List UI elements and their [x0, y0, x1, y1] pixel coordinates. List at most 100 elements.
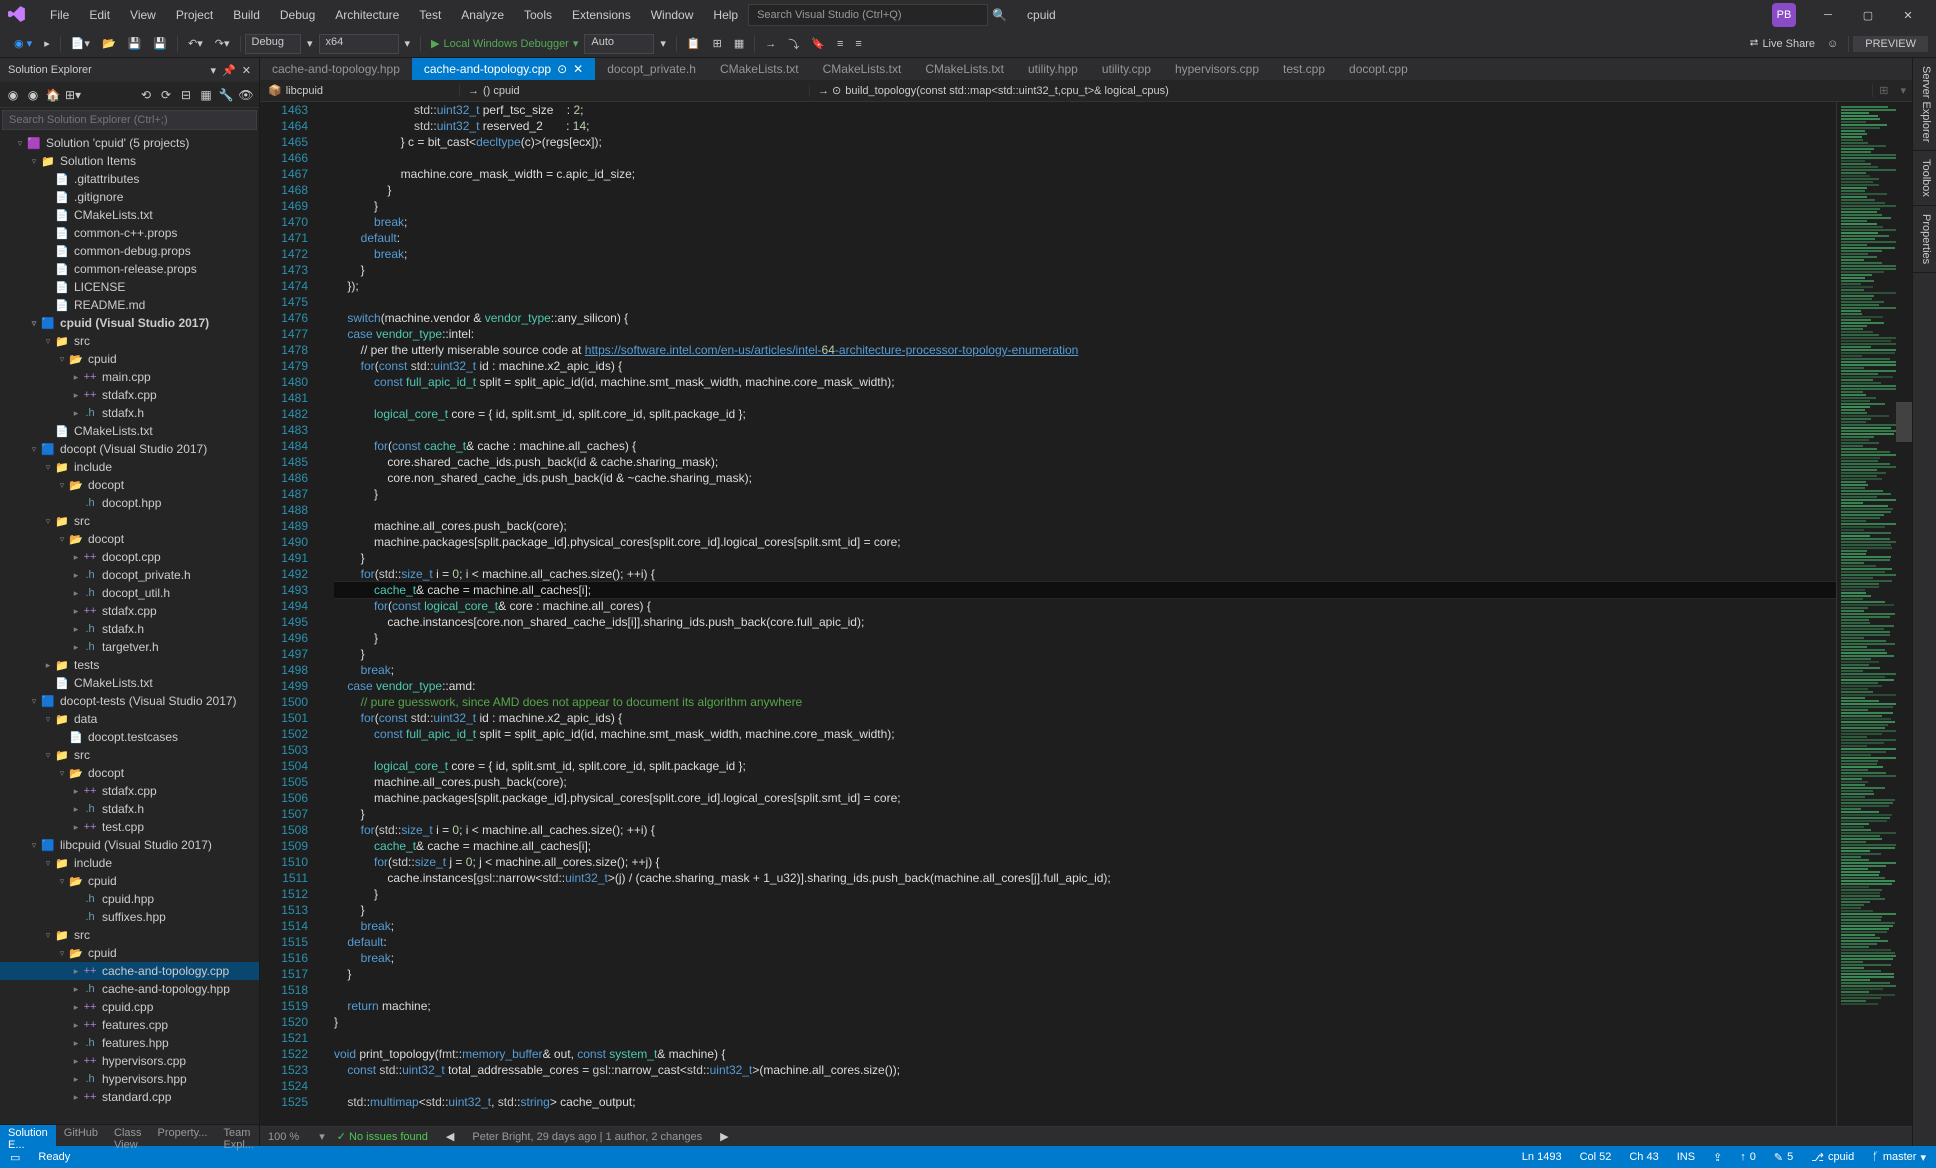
tree-item[interactable]: ▸.hhypervisors.hpp — [0, 1070, 259, 1088]
right-tab-properties[interactable]: Properties — [1913, 206, 1936, 273]
new-item-icon[interactable]: 📄▾ — [65, 37, 96, 50]
menu-project[interactable]: Project — [166, 8, 223, 22]
ch-label[interactable]: Ch 43 — [1629, 1151, 1658, 1163]
panel-tab[interactable]: Solution E... — [0, 1125, 56, 1146]
expand-icon[interactable]: ▿ — [28, 156, 40, 167]
right-tab-toolbox[interactable]: Toolbox — [1913, 151, 1936, 206]
expand-icon[interactable]: ▸ — [70, 624, 82, 635]
feedback-icon[interactable]: ☺ — [1821, 38, 1844, 50]
col-label[interactable]: Col 52 — [1580, 1151, 1612, 1163]
menu-window[interactable]: Window — [641, 8, 704, 22]
tree-item[interactable]: ▿📁include — [0, 854, 259, 872]
expand-icon[interactable]: ▸ — [70, 1038, 82, 1049]
expand-icon[interactable]: ▸ — [70, 1074, 82, 1085]
tree-item[interactable]: ▿📁src — [0, 746, 259, 764]
user-avatar[interactable]: PB — [1772, 3, 1796, 27]
code-editor[interactable]: 1463146414651466146714681469147014711472… — [260, 102, 1912, 1126]
repo-label[interactable]: ⎇ cpuid — [1811, 1151, 1854, 1164]
quick-search-input[interactable]: Search Visual Studio (Ctrl+Q) — [748, 4, 988, 26]
start-debug-button[interactable]: ▶ Local Windows Debugger ▾ — [425, 37, 584, 50]
right-tab-server-explorer[interactable]: Server Explorer — [1913, 58, 1936, 151]
nav-project-combo[interactable]: 📦 libcpuid — [260, 84, 460, 97]
expand-icon[interactable]: ▿ — [28, 840, 40, 851]
tree-item[interactable]: ▸.hstdafx.h — [0, 404, 259, 422]
uncomment-icon[interactable]: ≡ — [849, 38, 867, 50]
tree-item[interactable]: ▿🟪Solution 'cpuid' (5 projects) — [0, 134, 259, 152]
search-icon[interactable]: 🔍 — [992, 8, 1007, 22]
step-icon[interactable]: → — [759, 38, 782, 50]
expand-icon[interactable]: ▸ — [70, 984, 82, 995]
tree-item[interactable]: ▿🟦cpuid (Visual Studio 2017) — [0, 314, 259, 332]
expand-icon[interactable]: ▸ — [70, 966, 82, 977]
open-icon[interactable]: 📂 — [96, 37, 122, 50]
collapse-icon[interactable]: ⊟ — [177, 86, 195, 104]
expand-icon[interactable]: ▿ — [56, 768, 68, 779]
menu-file[interactable]: File — [40, 8, 79, 22]
expand-icon[interactable]: ▿ — [28, 696, 40, 707]
editor-tab[interactable]: CMakeLists.txt — [811, 58, 914, 80]
menu-test[interactable]: Test — [409, 8, 451, 22]
close-tab-icon[interactable]: ✕ — [573, 62, 583, 76]
expand-icon[interactable]: ▿ — [42, 714, 54, 725]
zoom-combo[interactable]: 100 % — [268, 1131, 299, 1143]
vertical-scrollbar[interactable] — [1896, 102, 1912, 1126]
tree-item[interactable]: ▸++features.cpp — [0, 1016, 259, 1034]
expand-icon[interactable]: ▸ — [70, 1002, 82, 1013]
solution-tree[interactable]: ▿🟪Solution 'cpuid' (5 projects)▿📁Solutio… — [0, 132, 259, 1124]
expand-icon[interactable]: ▸ — [70, 1092, 82, 1103]
menu-debug[interactable]: Debug — [270, 8, 325, 22]
expand-icon[interactable]: ▿ — [56, 948, 68, 959]
tree-item[interactable]: ▸++main.cpp — [0, 368, 259, 386]
issues-status[interactable]: ✓ No issues found — [337, 1130, 428, 1143]
tree-item[interactable]: ▿📂docopt — [0, 476, 259, 494]
expand-icon[interactable]: ▿ — [42, 930, 54, 941]
panel-tab[interactable]: Property... — [150, 1125, 216, 1146]
panel-tab[interactable]: GitHub — [56, 1125, 106, 1146]
tree-item[interactable]: ▸++cache-and-topology.cpp — [0, 962, 259, 980]
editor-tab[interactable]: CMakeLists.txt — [913, 58, 1016, 80]
nav-back-icon[interactable]: ◉ ▾ — [8, 37, 38, 50]
tree-item[interactable]: ▸++stdafx.cpp — [0, 386, 259, 404]
tree-item[interactable]: ▸.hstdafx.h — [0, 800, 259, 818]
tree-item[interactable]: 📄README.md — [0, 296, 259, 314]
solution-search-input[interactable] — [2, 110, 257, 130]
ins-label[interactable]: INS — [1677, 1151, 1695, 1163]
editor-tab[interactable]: test.cpp — [1271, 58, 1337, 80]
tree-item[interactable]: 📄common-release.props — [0, 260, 259, 278]
fwd-icon[interactable]: ◉ — [24, 86, 42, 104]
save-icon[interactable]: 💾 — [122, 37, 148, 50]
panel-close-icon[interactable]: ✕ — [242, 64, 251, 77]
tree-item[interactable]: 📄common-debug.props — [0, 242, 259, 260]
menu-build[interactable]: Build — [223, 8, 270, 22]
tree-item[interactable]: ▸.hstdafx.h — [0, 620, 259, 638]
pin-icon[interactable]: ⊙ — [557, 62, 567, 76]
menu-view[interactable]: View — [120, 8, 166, 22]
tree-item[interactable]: ▿📁src — [0, 512, 259, 530]
tree-item[interactable]: ▿🟦libcpuid (Visual Studio 2017) — [0, 836, 259, 854]
editor-tab[interactable]: cache-and-topology.cpp ⊙ ✕ — [412, 58, 595, 80]
menu-analyze[interactable]: Analyze — [451, 8, 514, 22]
menu-tools[interactable]: Tools — [514, 8, 562, 22]
nav-scope-combo[interactable]: → () cpuid — [460, 85, 810, 97]
thread-icon[interactable]: ⊞ — [707, 37, 728, 50]
comment-icon[interactable]: ≡ — [831, 38, 849, 50]
editor-tab[interactable]: CMakeLists.txt — [708, 58, 811, 80]
switch-view-icon[interactable]: ⊞▾ — [64, 86, 82, 104]
editor-tab[interactable]: hypervisors.cpp — [1163, 58, 1271, 80]
tree-item[interactable]: ▸.hdocopt_private.h — [0, 566, 259, 584]
platform-combo[interactable]: x64 — [319, 34, 399, 54]
expand-icon[interactable]: ▸ — [70, 390, 82, 401]
back-icon[interactable]: ◉ — [4, 86, 22, 104]
tree-item[interactable]: ▿📁Solution Items — [0, 152, 259, 170]
redo-icon[interactable]: ↷▾ — [209, 37, 236, 50]
editor-tab[interactable]: utility.cpp — [1090, 58, 1163, 80]
expand-icon[interactable]: ▸ — [42, 660, 54, 671]
tree-item[interactable]: ▸++hypervisors.cpp — [0, 1052, 259, 1070]
output-icon[interactable]: ▭ — [10, 1151, 20, 1164]
debug-mode-combo[interactable]: Auto — [584, 34, 654, 54]
editor-tab[interactable]: cache-and-topology.hpp — [260, 58, 412, 80]
tree-item[interactable]: 📄CMakeLists.txt — [0, 674, 259, 692]
tree-item[interactable]: ▿📁include — [0, 458, 259, 476]
tree-item[interactable]: ▸.hfeatures.hpp — [0, 1034, 259, 1052]
editor-tab[interactable]: utility.hpp — [1016, 58, 1090, 80]
